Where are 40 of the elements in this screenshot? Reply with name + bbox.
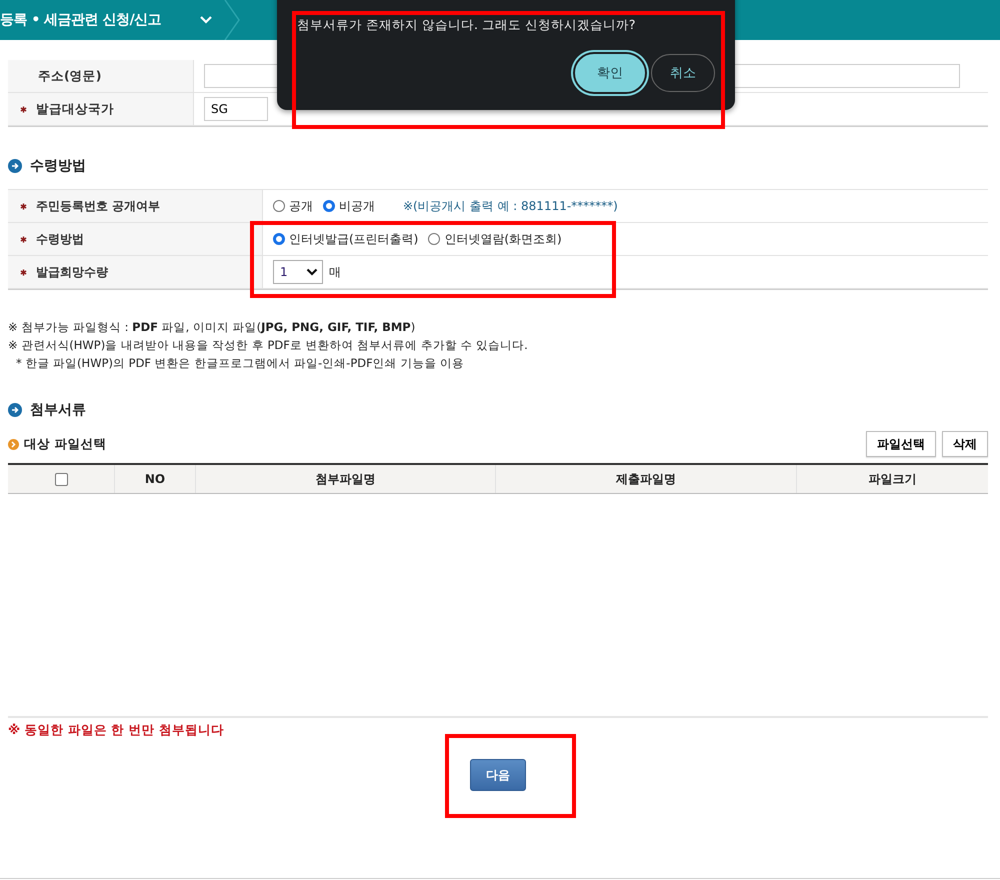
chevron-down-icon[interactable]	[199, 15, 214, 25]
subsection-title: 대상 파일선택	[24, 436, 106, 452]
dialog-message: 첨부서류가 존재하지 않습니다. 그래도 신청하시겠습니까?	[297, 17, 637, 34]
column-header: 첨부파일명	[316, 470, 376, 488]
field-label: 주민등록번호 공개여부	[8, 190, 263, 222]
file-button[interactable]: 삭제	[942, 431, 988, 457]
section-title: 첨부서류	[30, 401, 86, 419]
file-button[interactable]: 파일선택	[866, 431, 936, 457]
arrow-circle-icon	[8, 403, 22, 417]
radio-label: 비공개	[339, 198, 375, 214]
caret-icon	[306, 268, 318, 276]
column-header: 파일크기	[868, 470, 916, 488]
note-text: ※ 첨부가능 파일형식 : PDF 파일, 이미지 파일(JPG, PNG, GIF, TIF, BMP)	[8, 320, 416, 335]
hint-text: ※(비공개시 출력 예 : 881111-*******)	[403, 198, 618, 214]
warning-text: ※ 동일한 파일은 한 번만 첨부됩니다	[8, 722, 225, 739]
arrow-circle-icon	[8, 159, 22, 173]
next-button[interactable]: 다음	[470, 759, 526, 791]
field-label: 주소(영문)	[8, 60, 194, 92]
radio-button[interactable]	[428, 233, 440, 245]
radio-button[interactable]	[273, 233, 285, 245]
select-all-checkbox[interactable]	[54, 472, 68, 486]
note-text: * 한글 파일(HWP)의 PDF 변환은 한글프로그램에서 파일-인쇄-PDF인쇄 기능을 이용	[15, 356, 466, 371]
column-header: NO	[144, 472, 166, 486]
field-label: 발급대상국가	[8, 93, 194, 125]
radio-button[interactable]	[273, 200, 285, 212]
quantity-select[interactable]: 1	[273, 260, 323, 284]
input-field[interactable]: SG	[204, 97, 268, 121]
radio-label: 인터넷열람(화면조회)	[444, 230, 562, 248]
column-header: 제출파일명	[616, 470, 676, 488]
radio-label: 인터넷발급(프린터출력)	[289, 230, 418, 248]
menu-title: 등록 • 세금관련 신청/신고	[0, 11, 162, 29]
note-text: ※ 관련서식(HWP)을 내려받아 내용을 작성한 후 PDF로 변환하여 첨부서류에 추가할 수 있습니다.	[8, 338, 529, 353]
dialog-button[interactable]: 취소	[651, 54, 715, 92]
field-label: 수령방법	[8, 223, 263, 255]
unit-label: 매	[329, 264, 341, 280]
section-title: 수령방법	[30, 157, 86, 175]
radio-label: 공개	[289, 198, 313, 214]
chevron-circle-icon	[8, 438, 19, 450]
field-label: 발급희망수량	[8, 256, 263, 288]
radio-button[interactable]	[323, 200, 335, 212]
